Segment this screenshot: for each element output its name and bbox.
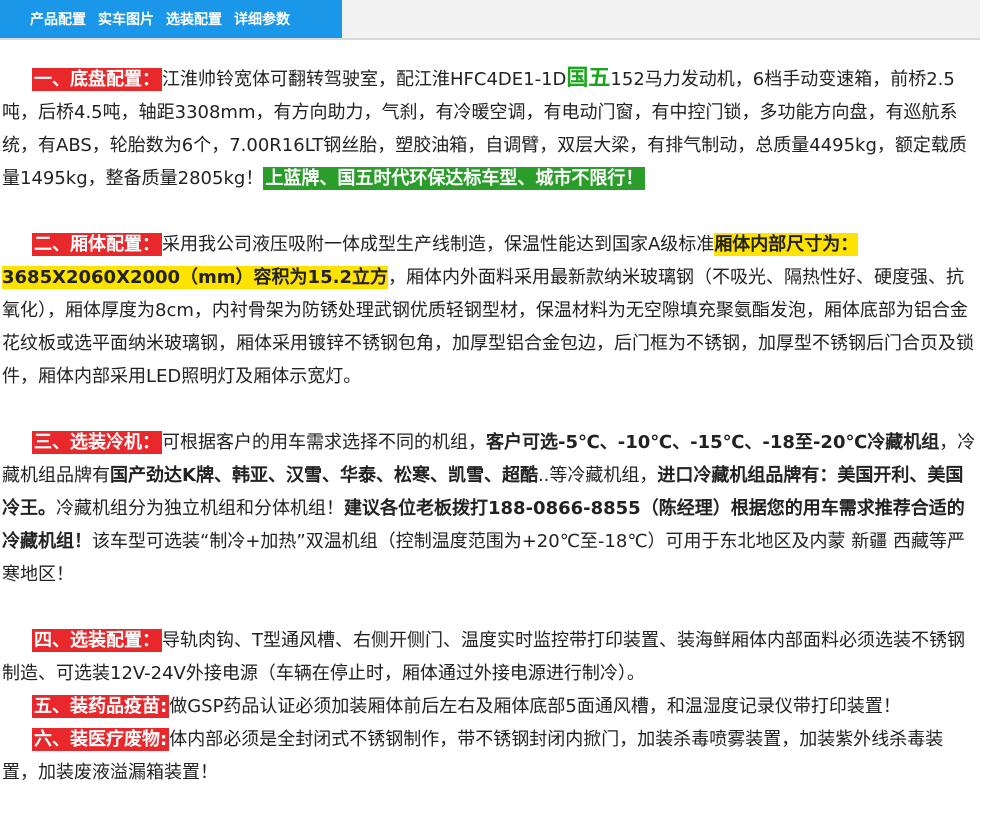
chassis-text-1: 江淮帅铃宽体可翻转驾驶室，配江淮HFC4DE1-1D <box>162 69 567 90</box>
refrigeration-paragraph: 三、选装冷机： 可根据客户的用车需求选择不同的机组，客户可选-5℃、-10℃、-1… <box>2 426 978 591</box>
tab-group: 产品配置 实车图片 选装配置 详细参数 <box>0 0 342 38</box>
medical-waste-paragraph: 六、装医疗废物: 体内部必须是全封闭式不锈钢制作，带不锈钢封闭内掀门，加装杀毒喷雾… <box>2 723 978 789</box>
box-config-paragraph: 二、厢体配置： 采用我公司液压吸附一体成型生产线制造，保温性能达到国家A级标准厢体… <box>2 228 978 393</box>
box-config-heading: 二、厢体配置： <box>32 233 162 256</box>
box-text-1: 采用我公司液压吸附一体成型生产线制造，保温性能达到国家A级标准 <box>162 234 715 255</box>
medical-waste-heading: 六、装医疗废物: <box>32 728 170 751</box>
refrigeration-text-1: 可根据客户的用车需求选择不同的机组， <box>162 432 486 453</box>
refrigeration-text-3: ..等冷藏机组， <box>537 465 658 486</box>
optional-config-heading: 四、选装配置： <box>32 629 162 652</box>
product-description: 一、底盘配置： 江淮帅铃宽体可翻转驾驶室，配江淮HFC4DE1-1D国五152马力… <box>2 62 978 789</box>
tab-detailed-params[interactable]: 详细参数 <box>234 9 290 29</box>
tab-product-config[interactable]: 产品配置 <box>30 9 86 29</box>
tab-bar: 产品配置 实车图片 选装配置 详细参数 <box>0 0 980 40</box>
pharma-text: 做GSP药品认证必须加装厢体前后左右及厢体底部5面通风槽，和温湿度记录仪带打印装… <box>169 696 901 717</box>
pharma-paragraph: 五、装药品疫苗: 做GSP药品认证必须加装厢体前后左右及厢体底部5面通风槽，和温湿… <box>2 690 978 723</box>
domestic-brands: 国产劲达K牌、韩亚、汉雪、华泰、松寒、凯雪、超酷 <box>110 465 538 486</box>
tab-real-photos[interactable]: 实车图片 <box>98 9 154 29</box>
refrigeration-heading: 三、选装冷机： <box>32 431 162 454</box>
temperature-options: 客户可选-5℃、-10℃、-15℃、-18至-20℃冷藏机组 <box>486 432 940 453</box>
chassis-config-paragraph: 一、底盘配置： 江淮帅铃宽体可翻转驾驶室，配江淮HFC4DE1-1D国五152马力… <box>2 62 978 195</box>
emission-standard-label: 国五 <box>566 66 611 91</box>
refrigeration-text-5: 该车型可选装“制冷+加热”双温机组（控制温度范围为+20℃至-18℃）可用于东北… <box>2 531 965 585</box>
blue-plate-badge: 上蓝牌、国五时代环保达标车型、城市不限行！ <box>263 167 646 190</box>
refrigeration-text-4: 冷藏机组分为独立机组和分体机组！ <box>56 498 344 519</box>
pharma-heading: 五、装药品疫苗: <box>32 695 170 718</box>
optional-config-paragraph: 四、选装配置： 导轨肉钩、T型通风槽、右侧开侧门、温度实时监控带打印装置、装海鲜厢… <box>2 624 978 690</box>
tab-optional-config[interactable]: 选装配置 <box>166 9 222 29</box>
chassis-config-heading: 一、底盘配置： <box>32 68 162 91</box>
